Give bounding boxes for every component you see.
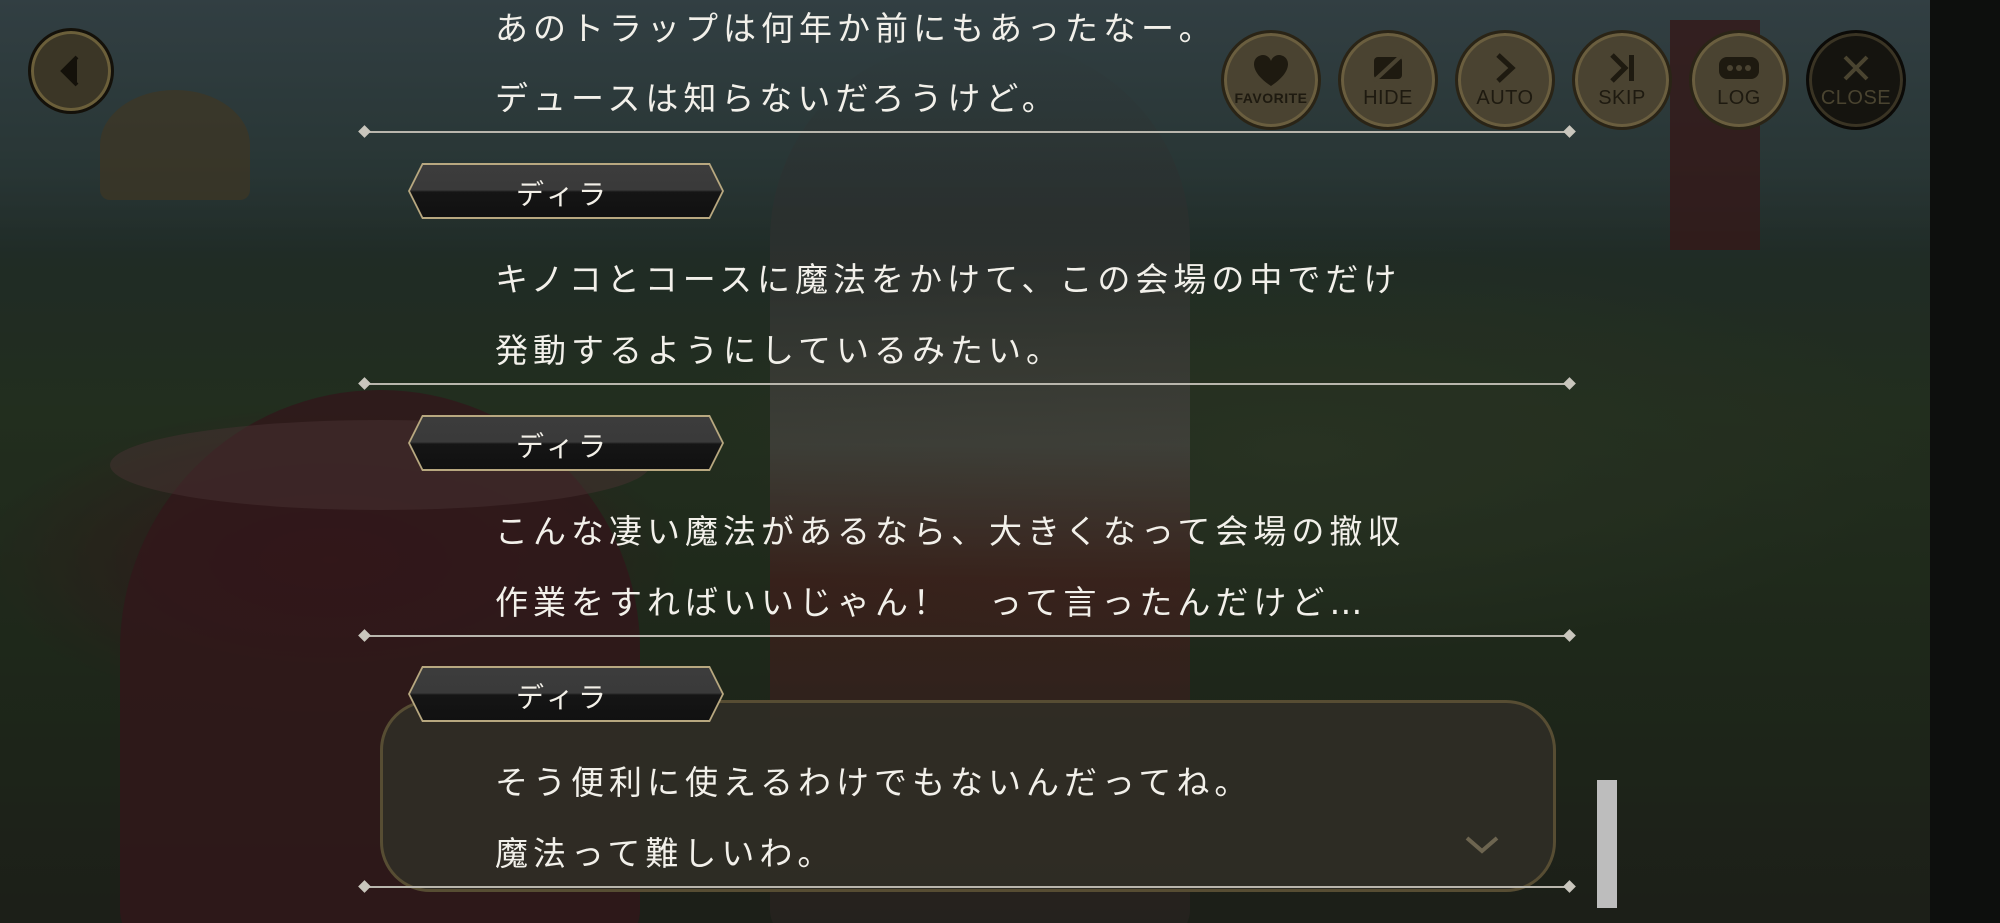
speaker-name-tag: ディラ xyxy=(408,666,724,722)
favorite-label: FAVORITE xyxy=(1234,90,1308,106)
speaker-name-tag: ディラ xyxy=(408,415,724,471)
favorite-button[interactable]: FAVORITE xyxy=(1221,30,1321,130)
skip-button[interactable]: SKIP xyxy=(1572,30,1672,130)
chevron-down-icon xyxy=(1464,832,1500,862)
log-label: LOG xyxy=(1717,86,1761,109)
hide-button[interactable]: HIDE xyxy=(1338,30,1438,130)
speaker-name: ディラ xyxy=(516,681,611,714)
log-line: デュースは知らないだろうけど。 xyxy=(495,79,1060,118)
log-button[interactable]: LOG xyxy=(1689,30,1789,130)
log-line: こんな凄い魔法があるなら、大きくなって会場の撤収 xyxy=(495,512,1406,551)
skip-label: SKIP xyxy=(1598,86,1646,109)
back-button[interactable] xyxy=(28,28,114,114)
play-icon xyxy=(1496,52,1516,83)
auto-button[interactable]: AUTO xyxy=(1455,30,1555,130)
screen-edge xyxy=(1930,0,2000,923)
close-icon xyxy=(1843,55,1869,80)
speaker-name: ディラ xyxy=(516,430,611,463)
log-line: 発動するようにしているみたい。 xyxy=(495,331,1065,370)
hide-label: HIDE xyxy=(1363,86,1413,109)
log-line: 作業をすればいいじゃん！ って言ったんだけど… xyxy=(495,583,1368,622)
speaker-name: ディラ xyxy=(516,178,611,211)
close-button[interactable]: CLOSE xyxy=(1806,30,1906,130)
log-line: キノコとコースに魔法をかけて、この会場の中でだけ xyxy=(495,260,1402,299)
log-separator xyxy=(363,131,1571,133)
chevron-left-icon xyxy=(60,55,79,87)
log-scrollbar[interactable] xyxy=(1597,780,1617,908)
log-line: そう便利に使えるわけでもないんだってね。 xyxy=(495,763,1253,802)
log-line: あのトラップは何年か前にもあったなー。 xyxy=(495,9,1217,48)
log-separator xyxy=(363,886,1571,888)
chat-bubble-icon xyxy=(1719,56,1759,79)
log-separator xyxy=(363,635,1571,637)
auto-label: AUTO xyxy=(1476,86,1534,109)
log-line: 魔法って難しいわ。 xyxy=(495,834,836,873)
skip-icon xyxy=(1610,52,1634,83)
log-separator xyxy=(363,383,1571,385)
eye-slash-icon xyxy=(1372,53,1404,82)
speaker-name-tag: ディラ xyxy=(408,163,724,219)
close-label: CLOSE xyxy=(1820,86,1892,109)
heart-icon xyxy=(1254,55,1288,86)
